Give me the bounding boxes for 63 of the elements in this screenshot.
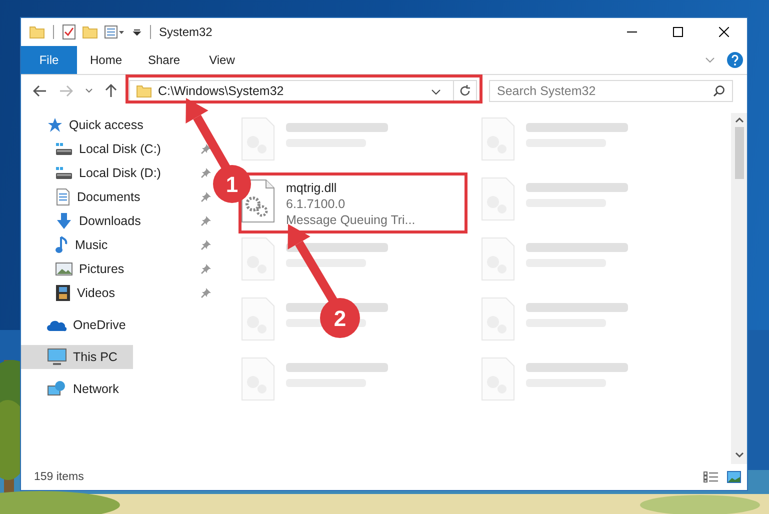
large-icons-view-icon[interactable] — [727, 471, 741, 483]
pin-icon[interactable] — [201, 288, 211, 298]
pin-icon[interactable] — [201, 168, 211, 178]
address-bar[interactable]: C:\Windows\System32 — [129, 80, 477, 102]
star-icon — [47, 117, 63, 133]
close-icon — [719, 27, 729, 37]
ribbon-tab[interactable]: View — [193, 46, 251, 74]
checkmark-document-icon[interactable] — [62, 24, 76, 40]
dropdown-caret-icon[interactable] — [132, 27, 142, 37]
recent-locations-caret-icon[interactable] — [85, 88, 93, 94]
maximize-icon — [673, 27, 683, 37]
drive-icon — [55, 142, 73, 156]
network-icon — [47, 380, 67, 398]
download-arrow-icon — [55, 212, 73, 230]
document-icon — [55, 188, 71, 206]
scrollbar[interactable] — [731, 113, 747, 464]
chevron-down-icon[interactable] — [705, 57, 715, 63]
sidebar-item[interactable]: Videos — [21, 281, 119, 305]
search-icon[interactable] — [713, 85, 725, 97]
sidebar-item[interactable]: Downloads — [21, 209, 145, 233]
folder-icon — [136, 84, 152, 98]
refresh-icon[interactable] — [459, 85, 471, 97]
back-arrow-icon[interactable] — [33, 85, 47, 97]
up-arrow-icon[interactable] — [105, 84, 117, 98]
picture-icon — [55, 262, 73, 276]
search-field[interactable]: Search System32 — [489, 80, 733, 102]
gear-file-icon — [240, 179, 276, 223]
step-number-badge: 2 — [320, 298, 360, 338]
film-icon — [55, 284, 71, 302]
step-number-badge: 1 — [213, 165, 251, 203]
monitor-icon — [47, 348, 67, 366]
drive-icon — [55, 166, 73, 180]
ribbon-tab[interactable]: Share — [135, 46, 193, 74]
pin-icon[interactable] — [201, 144, 211, 154]
sidebar-item[interactable]: Network — [21, 377, 123, 401]
details-view-icon[interactable] — [703, 471, 719, 483]
file-name: mqtrig.dll — [286, 181, 338, 195]
scroll-down-icon[interactable] — [734, 452, 744, 458]
sidebar-item[interactable]: Local Disk (D:) — [21, 161, 165, 185]
sidebar-item[interactable]: Music — [21, 233, 112, 257]
sidebar-item[interactable]: Local Disk (C:) — [21, 137, 165, 161]
sidebar-item[interactable]: Pictures — [21, 257, 128, 281]
scroll-up-icon[interactable] — [734, 117, 744, 123]
item-count: 159 items — [34, 471, 84, 483]
sidebar-item[interactable]: This PC — [21, 345, 132, 369]
pin-icon[interactable] — [201, 240, 211, 250]
file-version: 6.1.7100.0 — [286, 197, 346, 211]
properties-icon[interactable] — [104, 25, 126, 39]
sidebar-item[interactable]: Quick access — [21, 113, 148, 137]
scroll-thumb[interactable] — [734, 127, 744, 179]
cloud-icon — [47, 318, 67, 332]
window-title: System32 — [159, 25, 212, 39]
ribbon-tab[interactable]: Home — [77, 46, 135, 74]
dropdown-caret-icon[interactable] — [431, 89, 441, 95]
sidebar-item[interactable]: Documents — [21, 185, 144, 209]
pin-icon[interactable] — [201, 216, 211, 226]
help-icon[interactable] — [727, 52, 743, 68]
file-menu-tab[interactable]: File — [21, 46, 77, 74]
pin-icon[interactable] — [201, 192, 211, 202]
pin-icon[interactable] — [201, 264, 211, 274]
music-note-icon — [55, 236, 69, 254]
sidebar-item[interactable]: OneDrive — [21, 313, 130, 337]
file-description: Message Queuing Tri... — [286, 213, 416, 227]
